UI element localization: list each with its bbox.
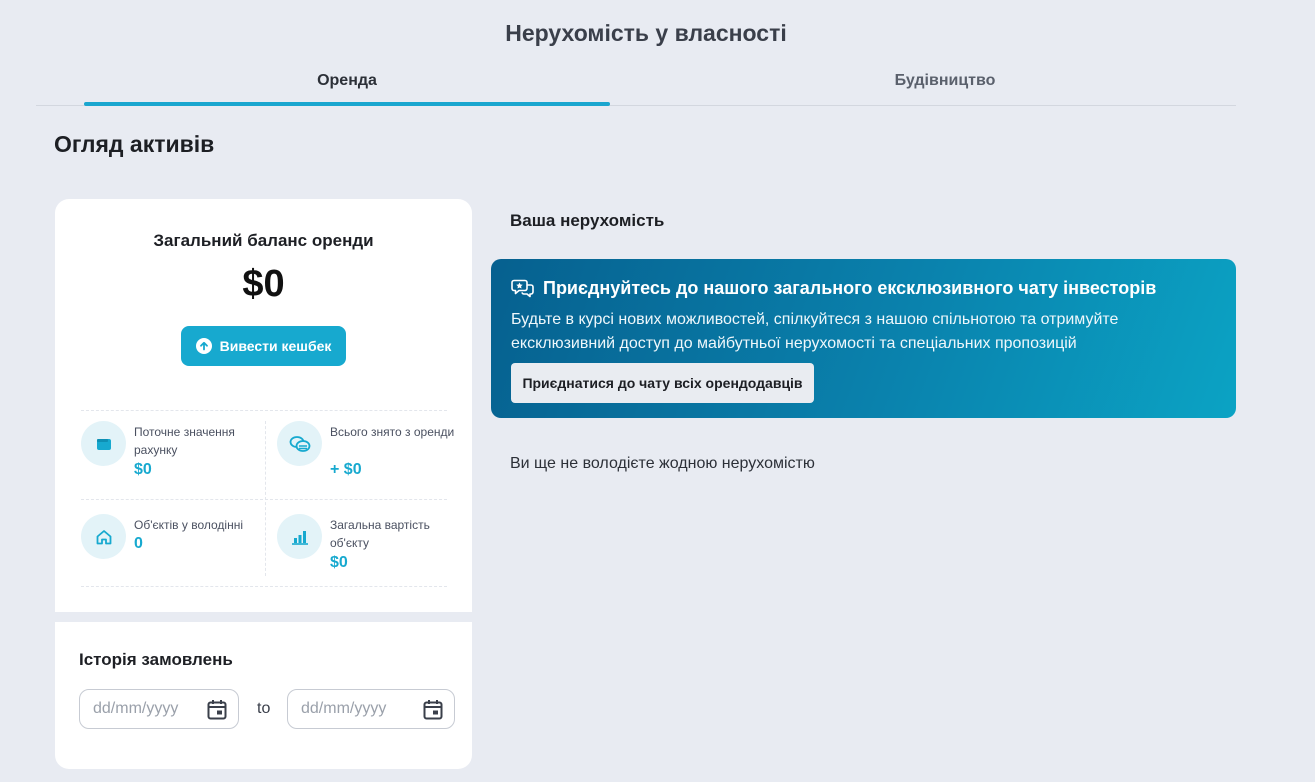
balance-value: $0 bbox=[242, 263, 285, 305]
stat-value: $0 bbox=[330, 554, 348, 571]
your-properties-title: Ваша нерухомість bbox=[510, 211, 665, 230]
date-from-input[interactable]: dd/mm/yyyy bbox=[79, 689, 239, 729]
balance-card: Загальний баланс оренди $0 Вивести кешбе… bbox=[55, 199, 472, 612]
stat-total-object-value: Загальна вартість об'єкту $0 bbox=[277, 504, 457, 584]
date-from-placeholder: dd/mm/yyyy bbox=[93, 700, 179, 717]
stat-label: Всього знято з оренди bbox=[330, 425, 455, 439]
coins-icon bbox=[277, 421, 322, 466]
calendar-icon[interactable] bbox=[423, 699, 443, 725]
stat-value: + $0 bbox=[330, 461, 362, 478]
section-title: Огляд активів bbox=[54, 131, 215, 157]
order-history-title: Історія замовлень bbox=[79, 650, 233, 669]
stat-owned-objects: Об'єктів у володінні 0 bbox=[81, 504, 261, 584]
promo-description: Будьте в курсі нових можливостей, спілку… bbox=[511, 311, 1119, 352]
stat-label: Об'єктів у володінні bbox=[134, 518, 243, 532]
house-icon bbox=[81, 514, 126, 559]
date-to-placeholder: dd/mm/yyyy bbox=[301, 700, 387, 717]
calendar-icon[interactable] bbox=[207, 699, 227, 725]
stat-label: Поточне значення рахунку bbox=[134, 425, 235, 457]
investor-chat-promo: Приєднуйтесь до нашого загального ексклю… bbox=[491, 259, 1236, 418]
active-tab-indicator bbox=[84, 102, 610, 106]
bar-chart-icon bbox=[277, 514, 322, 559]
stat-value: $0 bbox=[134, 461, 152, 478]
stat-total-withdrawn: Всього знято з оренди + $0 bbox=[277, 411, 457, 491]
stat-current-value: Поточне значення рахунку $0 bbox=[81, 411, 261, 491]
wallet-icon bbox=[81, 421, 126, 466]
withdraw-cashback-label: Вивести кешбек bbox=[219, 338, 332, 354]
stat-value: 0 bbox=[134, 535, 143, 552]
date-to-input[interactable]: dd/mm/yyyy bbox=[287, 689, 455, 729]
join-landlords-chat-button[interactable]: Приєднатися до чату всіх орендодавців bbox=[511, 363, 814, 403]
tab-bar: Оренда Будівництво bbox=[36, 62, 1236, 106]
arrow-up-circle-icon bbox=[195, 338, 212, 354]
chat-bubbles-icon bbox=[511, 277, 535, 304]
balance-label: Загальний баланс оренди bbox=[153, 231, 374, 250]
withdraw-cashback-button[interactable]: Вивести кешбек bbox=[181, 326, 346, 366]
stats-grid: Поточне значення рахунку $0 Всього знято… bbox=[81, 410, 454, 587]
date-range-separator: to bbox=[257, 700, 271, 717]
page-title: Нерухомість у власності bbox=[505, 20, 787, 46]
tab-rent[interactable]: Оренда bbox=[84, 72, 610, 90]
tab-construction[interactable]: Будівництво bbox=[610, 72, 1280, 90]
order-history-card: Історія замовлень dd/mm/yyyy to dd/mm/yy… bbox=[55, 622, 472, 769]
no-properties-message: Ви ще не володієте жодною нерухомістю bbox=[510, 455, 815, 472]
promo-title: Приєднуйтесь до нашого загального ексклю… bbox=[543, 278, 1157, 298]
stat-label: Загальна вартість об'єкту bbox=[330, 518, 430, 550]
